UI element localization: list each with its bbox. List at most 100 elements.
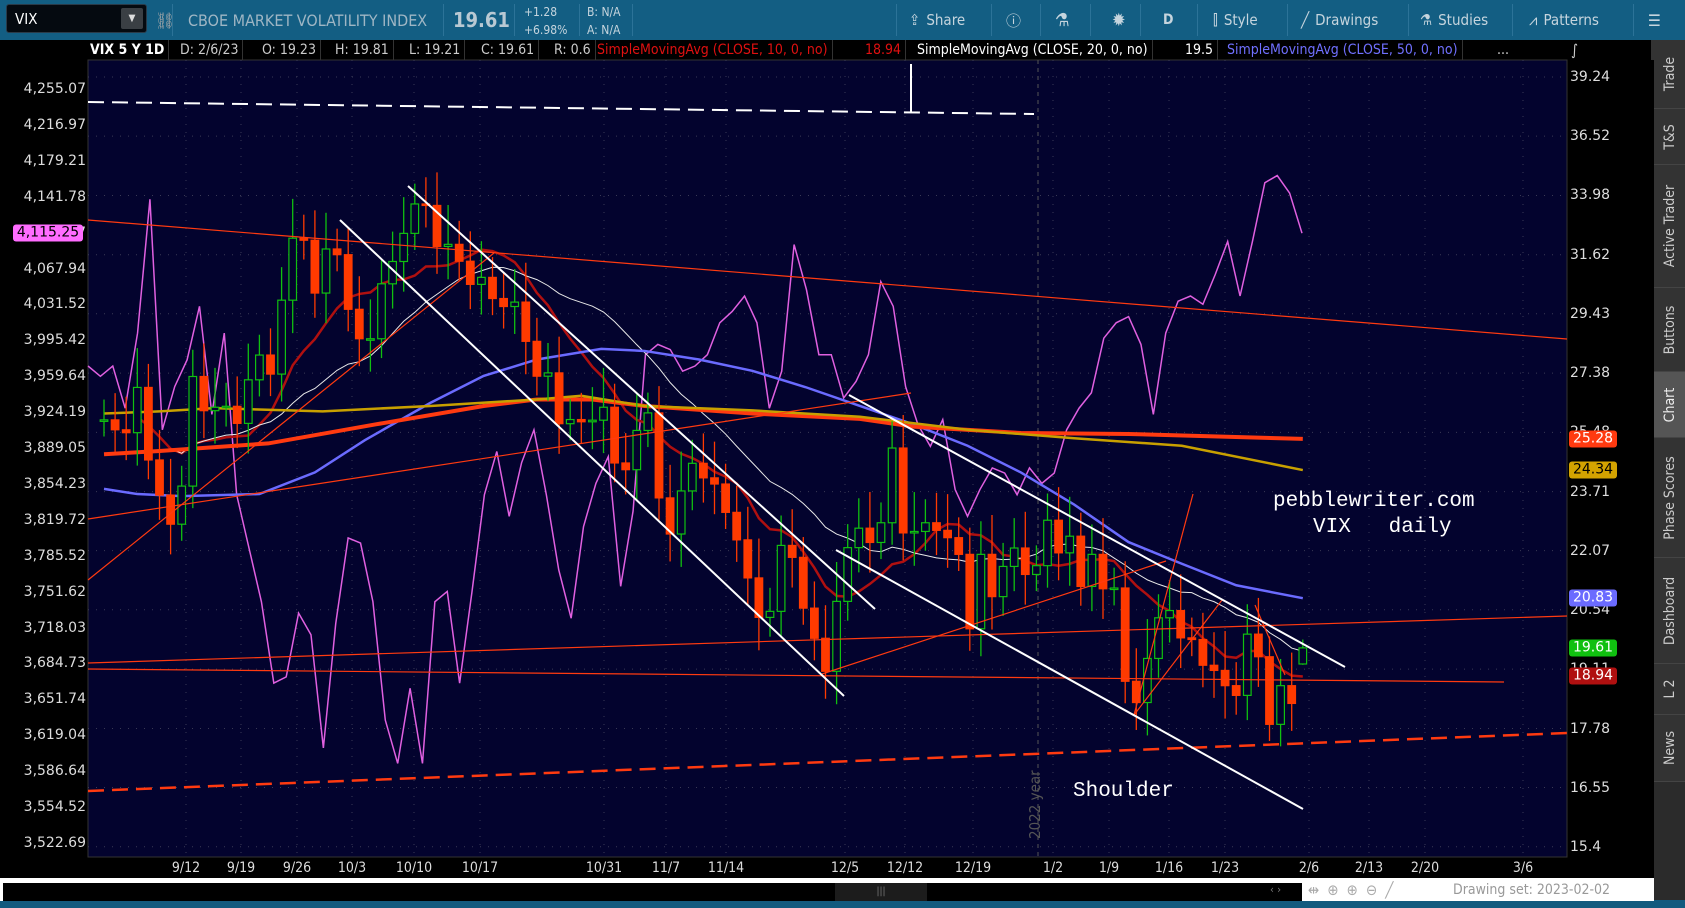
date-axis-label: 11/14 xyxy=(707,860,745,876)
candle-body xyxy=(199,375,209,412)
candle-body xyxy=(454,243,464,262)
date-axis-label: 1/23 xyxy=(1210,860,1240,876)
candle-body xyxy=(1298,647,1308,665)
date-axis-label: 9/12 xyxy=(171,860,201,876)
left-axis-label: 3,959.64 xyxy=(23,368,86,385)
candle-body xyxy=(1231,685,1241,696)
date-axis-label: 10/10 xyxy=(395,860,433,876)
candle-body xyxy=(1120,587,1130,682)
candle-body xyxy=(798,556,808,609)
left-axis-label: 3,586.64 xyxy=(23,763,86,780)
candle-body xyxy=(521,301,531,342)
zoom-tools[interactable]: ⇹⊕⊕⊖╱ xyxy=(1308,881,1401,899)
right-axis-label: 31.62 xyxy=(1570,246,1611,263)
side-tab-dashboard[interactable]: Dashboard xyxy=(1654,558,1685,664)
right-axis-badge: 20.83 xyxy=(1569,589,1617,607)
side-tab-active-trader[interactable]: Active Trader xyxy=(1654,165,1685,288)
scroll-arrows[interactable]: ‹ › xyxy=(1270,883,1281,896)
candle-body xyxy=(865,527,875,544)
candle-body xyxy=(1009,547,1019,568)
candle-body xyxy=(543,372,553,377)
side-tab-label: L 2 xyxy=(1661,679,1678,699)
candle-body xyxy=(299,237,309,241)
candle-body xyxy=(332,248,342,256)
left-axis-label: 3,924.19 xyxy=(23,404,86,421)
candle-body xyxy=(676,490,686,535)
date-axis-label: 10/31 xyxy=(585,860,623,876)
candle-body xyxy=(1265,656,1274,725)
candle-body xyxy=(1176,609,1186,639)
pan-icon[interactable]: ⇹ xyxy=(1308,881,1327,899)
side-tab-l-2[interactable]: L 2 xyxy=(1654,664,1685,715)
side-tab-t-s[interactable]: T&S xyxy=(1654,109,1685,165)
date-axis-label: 2/13 xyxy=(1354,860,1384,876)
candle-body xyxy=(144,386,153,461)
subtitle-annotation: VIX daily xyxy=(1313,516,1452,539)
zoom-out-icon[interactable]: ⊖ xyxy=(1366,881,1385,899)
drawing-set-label[interactable]: Drawing set: 2023-02-02 xyxy=(1453,882,1610,898)
side-tab-label: T&S xyxy=(1661,123,1678,150)
scrollbar-thumb[interactable]: ||| xyxy=(835,883,927,901)
candle-body xyxy=(121,429,131,434)
candle-body xyxy=(554,372,564,425)
candle-body xyxy=(132,386,142,434)
crosshair-icon[interactable]: ⊕ xyxy=(1327,881,1346,899)
date-axis-label: 3/6 xyxy=(1512,860,1534,876)
candle-body xyxy=(965,553,975,630)
date-axis-label: 2/6 xyxy=(1298,860,1320,876)
date-axis-label: 12/12 xyxy=(886,860,924,876)
side-tab-news[interactable]: News xyxy=(1654,715,1685,782)
candle-body xyxy=(1220,669,1230,687)
candle-body xyxy=(510,301,520,308)
candle-body xyxy=(110,419,120,431)
candle-body xyxy=(1043,519,1052,567)
draw-icon[interactable]: ╱ xyxy=(1385,881,1401,899)
candle-body xyxy=(1165,609,1175,619)
candle-body xyxy=(1020,547,1030,576)
candle-body xyxy=(1065,535,1075,554)
candle-body xyxy=(443,243,453,248)
candle-body xyxy=(266,354,275,375)
side-tab-trade[interactable]: Trade xyxy=(1654,40,1685,109)
candle-body xyxy=(765,610,775,618)
candle-body xyxy=(1098,553,1108,590)
side-tab-label: Phase Scores xyxy=(1661,455,1678,540)
horizontal-scrollbar[interactable] xyxy=(3,883,1302,901)
side-tab-phase-scores[interactable]: Phase Scores xyxy=(1654,438,1685,558)
zoom-in-icon[interactable]: ⊕ xyxy=(1347,881,1366,899)
side-tab-label: Buttons xyxy=(1661,305,1678,354)
right-axis-label: 17.78 xyxy=(1570,720,1611,737)
candle-body xyxy=(1198,638,1208,666)
date-axis-label: 2/20 xyxy=(1410,860,1440,876)
candle-body xyxy=(166,494,176,525)
right-axis-label: 29.43 xyxy=(1570,305,1611,322)
candle-body xyxy=(399,232,409,263)
candle-body xyxy=(1131,680,1141,704)
date-axis-label: 10/17 xyxy=(461,860,499,876)
candle-body xyxy=(343,254,353,310)
candle-body xyxy=(887,447,897,524)
left-axis-label: 3,751.62 xyxy=(23,583,86,600)
candle-body xyxy=(1109,587,1119,591)
candle-body xyxy=(1076,535,1086,588)
side-tab-label: News xyxy=(1661,730,1678,766)
candle-body xyxy=(288,237,298,301)
candle-body xyxy=(377,283,386,340)
candle-body xyxy=(610,406,619,464)
right-axis-badge: 19.61 xyxy=(1569,639,1617,657)
side-tab-buttons[interactable]: Buttons xyxy=(1654,288,1685,372)
candle-body xyxy=(687,462,697,492)
candle-body xyxy=(1242,633,1252,696)
candle-body xyxy=(1054,519,1064,554)
candle-body xyxy=(909,530,919,534)
price-chart[interactable] xyxy=(0,0,1685,908)
left-axis-label: 3,718.03 xyxy=(23,619,86,636)
candle-body xyxy=(876,522,886,544)
date-axis-label: 12/5 xyxy=(830,860,860,876)
candle-body xyxy=(321,248,331,294)
candle-body xyxy=(732,511,742,541)
side-tab-chart[interactable]: Chart xyxy=(1654,372,1685,438)
candle-body xyxy=(943,529,952,539)
shoulder-annotation: Shoulder xyxy=(1073,780,1174,803)
candle-body xyxy=(188,375,198,487)
